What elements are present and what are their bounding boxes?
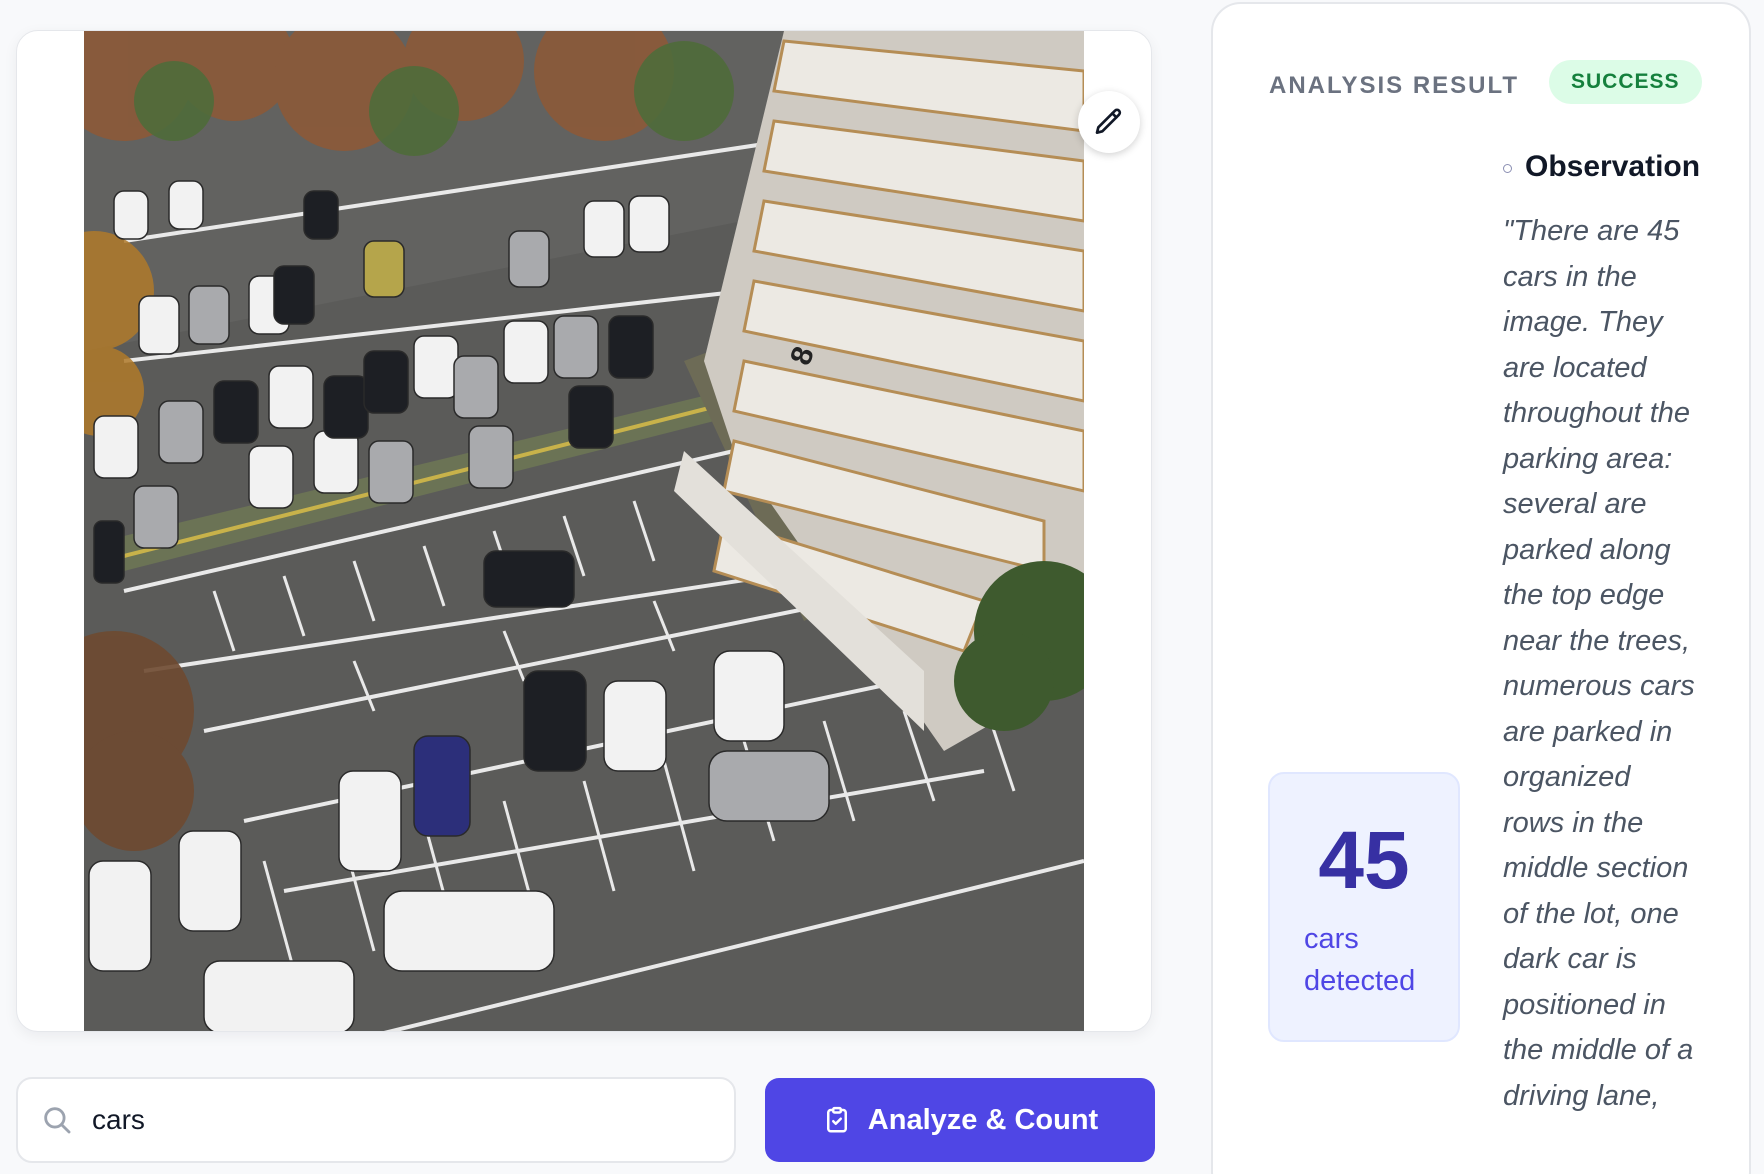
edit-button[interactable] [1078, 91, 1140, 153]
analyze-count-button[interactable]: Analyze & Count [765, 1078, 1155, 1162]
app-page: 8 cars Analyze & Count ANALYSIS RESULT S… [0, 0, 1764, 1174]
observation-text: "There are 45 cars in the image. They ar… [1503, 215, 1695, 1112]
parking-lot-photo: 8 [84, 31, 1084, 1031]
clipboard-check-icon [822, 1105, 852, 1135]
image-card: 8 [16, 30, 1152, 1032]
result-title: ANALYSIS RESULT [1269, 72, 1520, 99]
analysis-result-panel: ANALYSIS RESULT SUCCESS 45 cars detected… [1211, 2, 1751, 1174]
status-badge: SUCCESS [1549, 60, 1702, 104]
search-box [16, 1077, 736, 1163]
observation-title: Observation [1525, 150, 1701, 183]
pencil-icon [1093, 106, 1125, 138]
analyze-count-label: Analyze & Count [867, 1103, 1099, 1136]
count-card: 45 cars detected [1268, 772, 1460, 1042]
search-icon [40, 1103, 74, 1137]
count-label: cars detected [1304, 923, 1416, 997]
search-input[interactable] [92, 1090, 692, 1150]
count-value: 45 [1318, 815, 1410, 906]
observation-bullet-icon [1503, 164, 1512, 173]
